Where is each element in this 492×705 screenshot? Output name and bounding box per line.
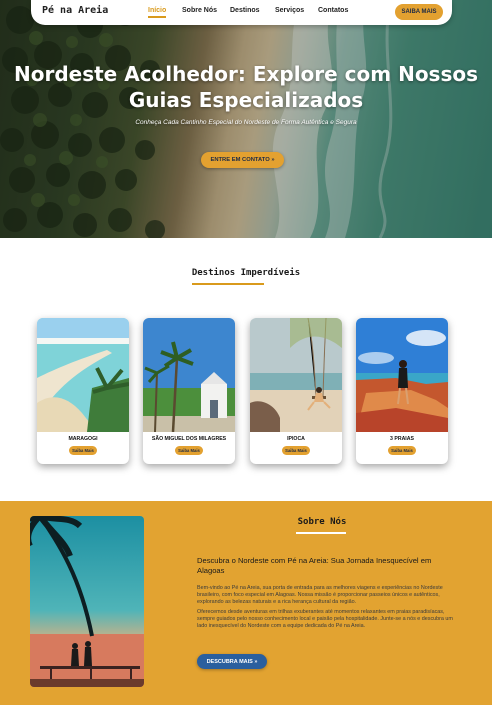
destinos-title: Destinos Imperdíveis [191, 268, 301, 278]
hero-title-line1: Nordeste Acolhedor: Explore com Nossos [13, 62, 479, 86]
navbar: Pé na Areia Início Sobre Nós Destinos Se… [31, 0, 452, 25]
hero-subtitle: Conheça Cada Cantinho Especial do Nordes… [135, 119, 357, 126]
saiba-mais-button[interactable]: Saiba Mais [69, 446, 97, 455]
card-title: IPIOCA [287, 436, 305, 442]
saiba-mais-button[interactable]: Saiba Mais [282, 446, 310, 455]
hero-section: Nordeste Acolhedor: Explore com Nossos G… [0, 0, 492, 238]
card-title: SÃO MIGUEL DOS MILAGRES [151, 436, 227, 442]
hero-title-line2: Guias Especializados [128, 88, 364, 112]
nav-item-inicio[interactable]: Início [148, 7, 166, 14]
nav-active-indicator [148, 16, 166, 18]
contact-button[interactable]: ENTRE EM CONTATO » [201, 152, 284, 168]
destination-card-3-praias[interactable]: 3 PRAIAS Saiba Mais [356, 318, 448, 464]
destination-card-maragogi[interactable]: MARAGOGI Saiba Mais [37, 318, 129, 464]
sobre-title: Sobre Nós [0, 517, 492, 527]
logo[interactable]: Pé na Areia [42, 5, 108, 16]
3-praias-image [356, 318, 448, 432]
destinos-title-underline [192, 283, 264, 285]
sobre-heading: Descubra o Nordeste com Pé na Areia: Sua… [197, 556, 432, 575]
sao-miguel-image [143, 318, 235, 432]
sobre-section: Sobre Nós Descubra o Nordeste com Pé na … [0, 501, 492, 705]
destination-card-sao-miguel[interactable]: SÃO MIGUEL DOS MILAGRES Saiba Mais [143, 318, 235, 464]
nav-item-destinos[interactable]: Destinos [230, 7, 260, 14]
hero-title: Nordeste Acolhedor: Explore com Nossos G… [0, 61, 492, 113]
saiba-mais-button[interactable]: Saiba Mais [175, 446, 203, 455]
sobre-title-underline [296, 532, 346, 534]
sobre-title-text: Sobre Nós [297, 517, 347, 527]
destination-card-ipioca[interactable]: IPIOCA Saiba Mais [250, 318, 342, 464]
saiba-mais-nav-button[interactable]: SAIBA MAIS [395, 4, 443, 20]
maragogi-image [37, 318, 129, 432]
card-title: 3 PRAIAS [390, 436, 414, 442]
nav-item-sobre[interactable]: Sobre Nós [182, 7, 217, 14]
ipioca-image [250, 318, 342, 432]
sobre-paragraph-1: Bem-vindo ao Pé na Areia, sua porta de e… [197, 585, 443, 605]
nav-item-contatos[interactable]: Contatos [318, 7, 348, 14]
card-title: MARAGOGI [68, 436, 98, 442]
saiba-mais-button[interactable]: Saiba Mais [388, 446, 416, 455]
nav-item-servicos[interactable]: Serviços [275, 7, 304, 14]
sobre-image [30, 516, 144, 687]
sobre-paragraph-2: Oferecemos desde aventuras em trilhas ex… [197, 609, 453, 629]
descubra-mais-button[interactable]: DESCUBRA MAIS » [197, 654, 267, 669]
